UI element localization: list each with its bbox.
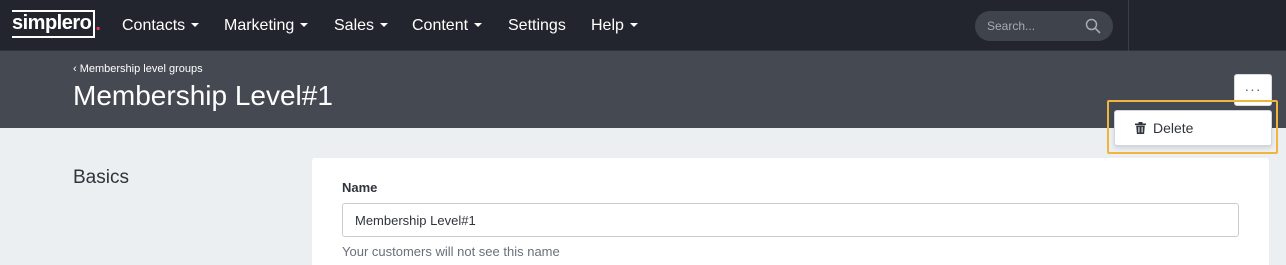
- page-header: ‹ Membership level groups Membership Lev…: [0, 51, 1286, 128]
- chevron-down-icon: [380, 22, 389, 27]
- chevron-down-icon: [629, 22, 638, 27]
- nav-sales-label: Sales: [334, 17, 375, 34]
- nav-contacts[interactable]: Contacts: [122, 16, 200, 36]
- name-field-label: Name: [342, 180, 378, 195]
- logo-wordmark: simplero: [12, 10, 96, 38]
- delete-menu-item[interactable]: Delete: [1115, 111, 1271, 145]
- breadcrumb-membership-level-groups[interactable]: ‹ Membership level groups: [73, 62, 203, 76]
- delete-label: Delete: [1153, 120, 1194, 136]
- logo-dot: .: [95, 13, 101, 35]
- section-title-basics: Basics: [73, 167, 129, 188]
- nav-settings[interactable]: Settings: [508, 16, 566, 36]
- nav-content[interactable]: Content: [412, 16, 483, 36]
- chevron-down-icon: [300, 22, 309, 27]
- nav-marketing-label: Marketing: [224, 17, 295, 34]
- chevron-down-icon: [191, 22, 200, 27]
- chevron-down-icon: [474, 22, 483, 27]
- nav-sales[interactable]: Sales: [334, 16, 389, 36]
- nav-content-label: Content: [412, 17, 469, 34]
- nav-marketing[interactable]: Marketing: [224, 16, 309, 36]
- simplero-logo[interactable]: simplero.: [12, 10, 101, 39]
- actions-dropdown-menu: Delete: [1114, 110, 1272, 146]
- nav-help-label: Help: [591, 17, 624, 34]
- basics-card: Name Your customers will not see this na…: [312, 158, 1269, 265]
- name-field[interactable]: [342, 203, 1239, 237]
- search-input[interactable]: [987, 17, 1077, 35]
- page-title: Membership Level#1: [73, 80, 333, 111]
- top-navbar: simplero. Contacts Marketing Sales Conte…: [0, 0, 1286, 51]
- search-box: [975, 11, 1113, 41]
- name-help-text: Your customers will not see this name: [342, 244, 560, 259]
- nav-contacts-label: Contacts: [122, 17, 186, 34]
- nav-help[interactable]: Help: [591, 16, 638, 36]
- nav-divider: [1128, 0, 1129, 51]
- trash-icon: [1135, 122, 1146, 134]
- nav-settings-label: Settings: [508, 17, 566, 34]
- search-icon[interactable]: [1085, 18, 1101, 34]
